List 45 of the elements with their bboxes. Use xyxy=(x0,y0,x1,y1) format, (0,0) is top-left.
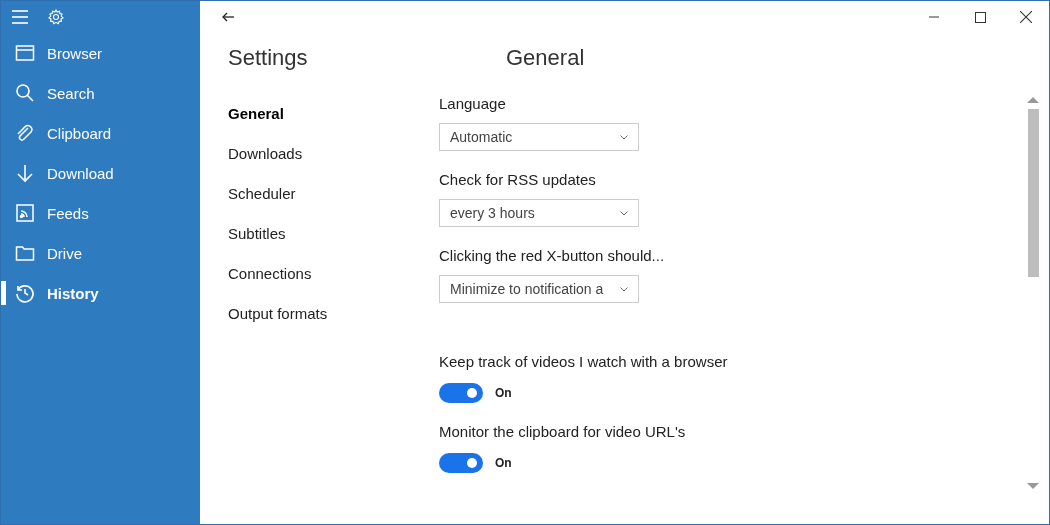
paperclip-icon xyxy=(15,123,35,143)
scroll-up-icon[interactable] xyxy=(1027,97,1039,103)
settings-nav-item[interactable]: Subtitles xyxy=(228,224,286,242)
chevron-down-icon xyxy=(620,286,628,292)
sidebar-item[interactable]: Search xyxy=(1,73,200,113)
section-title: General xyxy=(506,45,586,71)
rss-feed-icon xyxy=(15,203,35,223)
setting-label: Keep track of videos I watch with a browser xyxy=(439,353,728,372)
sidebar-item[interactable]: Drive xyxy=(1,233,200,273)
setting-label: Language xyxy=(439,95,507,114)
setting-label: Monitor the clipboard for video URL's xyxy=(439,423,687,442)
settings-nav-item[interactable]: Scheduler xyxy=(228,184,296,202)
dropdown[interactable]: Automatic xyxy=(439,123,639,151)
sidebar-item[interactable]: Clipboard xyxy=(1,113,200,153)
browser-window-icon xyxy=(15,43,35,63)
close-icon[interactable] xyxy=(1020,11,1032,23)
toggle-switch[interactable] xyxy=(439,383,483,403)
chevron-down-icon xyxy=(620,210,628,216)
sidebar-item[interactable]: Browser xyxy=(1,33,200,73)
sidebar-item[interactable]: Download xyxy=(1,153,200,193)
menu-icon[interactable] xyxy=(12,10,28,24)
history-clock-icon xyxy=(15,283,35,303)
settings-nav-item[interactable]: Output formats xyxy=(228,304,328,322)
scrollbar-thumb[interactable] xyxy=(1028,109,1039,277)
settings-nav-item[interactable]: Downloads xyxy=(228,144,303,162)
settings-nav-item[interactable]: Connections xyxy=(228,264,312,282)
folder-icon xyxy=(15,243,35,263)
sidebar-item[interactable]: Feeds xyxy=(1,193,200,233)
back-arrow-icon[interactable] xyxy=(222,12,234,22)
maximize-icon[interactable] xyxy=(974,11,986,23)
search-icon xyxy=(15,83,35,103)
setting-label: Clicking the red X-button should... xyxy=(439,247,666,266)
down-arrow-icon xyxy=(15,163,35,183)
dropdown[interactable]: every 3 hours xyxy=(439,199,639,227)
settings-nav-item[interactable]: General xyxy=(228,104,284,122)
setting-label: Check for RSS updates xyxy=(439,171,597,190)
toggle-state: On xyxy=(495,386,512,400)
scroll-down-icon[interactable] xyxy=(1027,483,1039,489)
sidebar-item[interactable]: History xyxy=(1,273,200,313)
toggle-state: On xyxy=(495,456,512,470)
toggle-switch[interactable] xyxy=(439,453,483,473)
dropdown[interactable]: Minimize to notification a xyxy=(439,275,639,303)
settings-icon[interactable] xyxy=(48,9,64,25)
page-title: Settings xyxy=(228,45,309,71)
chevron-down-icon xyxy=(620,134,628,140)
